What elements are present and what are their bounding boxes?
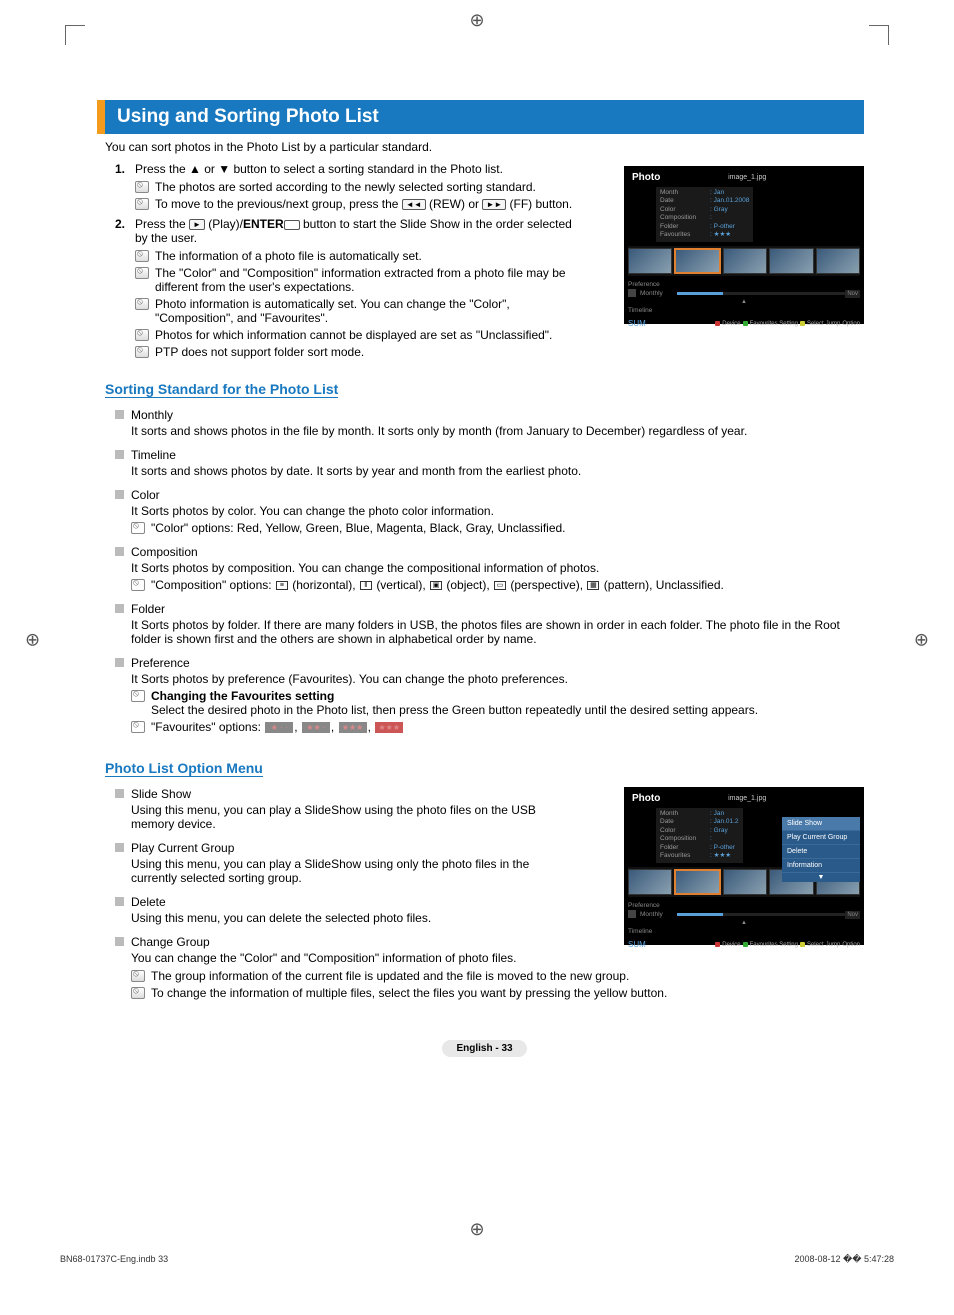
intro-text: You can sort photos in the Photo List by…	[105, 140, 864, 154]
sorting-heading: Sorting Standard for the Photo List	[105, 381, 338, 398]
note: The information of a photo file is autom…	[135, 249, 575, 263]
note: Photo information is automatically set. …	[135, 297, 575, 325]
menu-information[interactable]: Information	[782, 859, 860, 873]
screenshot-nav: Preference Monthly Nov ▲ Timeline	[628, 280, 860, 316]
fav-1-icon: ★ · ·	[265, 722, 293, 733]
sort-monthly: Monthly It sorts and shows photos in the…	[105, 408, 864, 438]
menu-slide-show[interactable]: Slide Show	[782, 817, 860, 831]
sort-preference: Preference It Sorts photos by preference…	[105, 656, 864, 734]
screenshot-photo-list: Photo image_1.jpg Month: Jan Date: Jan.0…	[624, 166, 864, 324]
fav-2-icon: ★★ ·	[302, 722, 330, 733]
horizontal-icon: ≡	[276, 581, 288, 590]
menu-delete[interactable]: Delete	[782, 845, 860, 859]
steps-list: 1. Press the ▲ or ▼ button to select a s…	[105, 162, 575, 359]
rew-icon: ◄◄	[402, 199, 426, 210]
fav-3b-icon: ★★★	[375, 722, 403, 733]
screenshot-option-menu: Photo image_1.jpg Month: Jan Date: Jan.0…	[624, 787, 864, 945]
composition-options-note: "Composition" options: ≡ (horizontal), ⦀…	[131, 578, 864, 592]
ff-icon: ►►	[482, 199, 506, 210]
footer-metadata: BN68-01737C-Eng.indb 33 2008-08-12 �� 5:…	[60, 1254, 894, 1265]
option-menu-heading: Photo List Option Menu	[105, 760, 263, 777]
opt-change-group: Change Group You can change the "Color" …	[105, 935, 864, 1000]
footer-left: BN68-01737C-Eng.indb 33	[60, 1254, 168, 1265]
screenshot-footer-buttons: Device Favourites Setting Select Jump Op…	[715, 321, 860, 327]
screenshot-sum: SUM	[628, 319, 646, 328]
page-title: Using and Sorting Photo List	[97, 100, 864, 134]
color-options-note: "Color" options: Red, Yellow, Green, Blu…	[131, 521, 864, 535]
menu-play-current-group[interactable]: Play Current Group	[782, 831, 860, 845]
fav-3-icon: ★★★	[339, 722, 367, 733]
object-icon: ▣	[430, 581, 442, 590]
screenshot-thumbnails	[628, 246, 860, 276]
step-2: 2. Press the ► (Play)/ENTER button to st…	[105, 217, 575, 359]
option-popup-menu: Slide Show Play Current Group Delete Inf…	[782, 817, 860, 882]
perspective-icon: ▭	[494, 581, 506, 590]
sort-folder: Folder It Sorts photos by folder. If the…	[105, 602, 864, 646]
opt-play-current-group: Play Current Group Using this menu, you …	[105, 841, 565, 885]
accent-bar	[97, 100, 100, 130]
sort-composition: Composition It Sorts photos by compositi…	[105, 545, 864, 592]
pattern-icon: ▦	[587, 581, 599, 590]
note: The "Color" and "Composition" informatio…	[135, 266, 575, 294]
favourites-change-note: Changing the Favourites setting Select t…	[131, 689, 864, 717]
favourites-options-note: "Favourites" options: ★ · ·, ★★ ·, ★★★, …	[131, 720, 864, 734]
opt-delete: Delete Using this menu, you can delete t…	[105, 895, 565, 925]
note: To change the information of multiple fi…	[131, 986, 864, 1000]
note: To move to the previous/next group, pres…	[135, 197, 575, 211]
sort-color: Color It Sorts photos by color. You can …	[105, 488, 864, 535]
enter-icon	[284, 220, 300, 230]
screenshot-filename: image_1.jpg	[664, 174, 830, 181]
note: The photos are sorted according to the n…	[135, 180, 575, 194]
play-icon: ►	[189, 219, 205, 230]
note: Photos for which information cannot be d…	[135, 328, 575, 342]
page-number: English - 33	[105, 1040, 864, 1057]
footer-right: 2008-08-12 �� 5:47:28	[794, 1254, 894, 1265]
note: The group information of the current fil…	[131, 969, 864, 983]
opt-slide-show: Slide Show Using this menu, you can play…	[105, 787, 565, 831]
screenshot-info-panel: Month: Jan Date: Jan.01.2008 Color: Gray…	[656, 187, 753, 242]
screenshot-label: Photo	[628, 170, 664, 185]
step-1: 1. Press the ▲ or ▼ button to select a s…	[105, 162, 575, 211]
vertical-icon: ⦀	[360, 581, 372, 590]
note: PTP does not support folder sort mode.	[135, 345, 575, 359]
sort-timeline: Timeline It sorts and shows photos by da…	[105, 448, 864, 478]
